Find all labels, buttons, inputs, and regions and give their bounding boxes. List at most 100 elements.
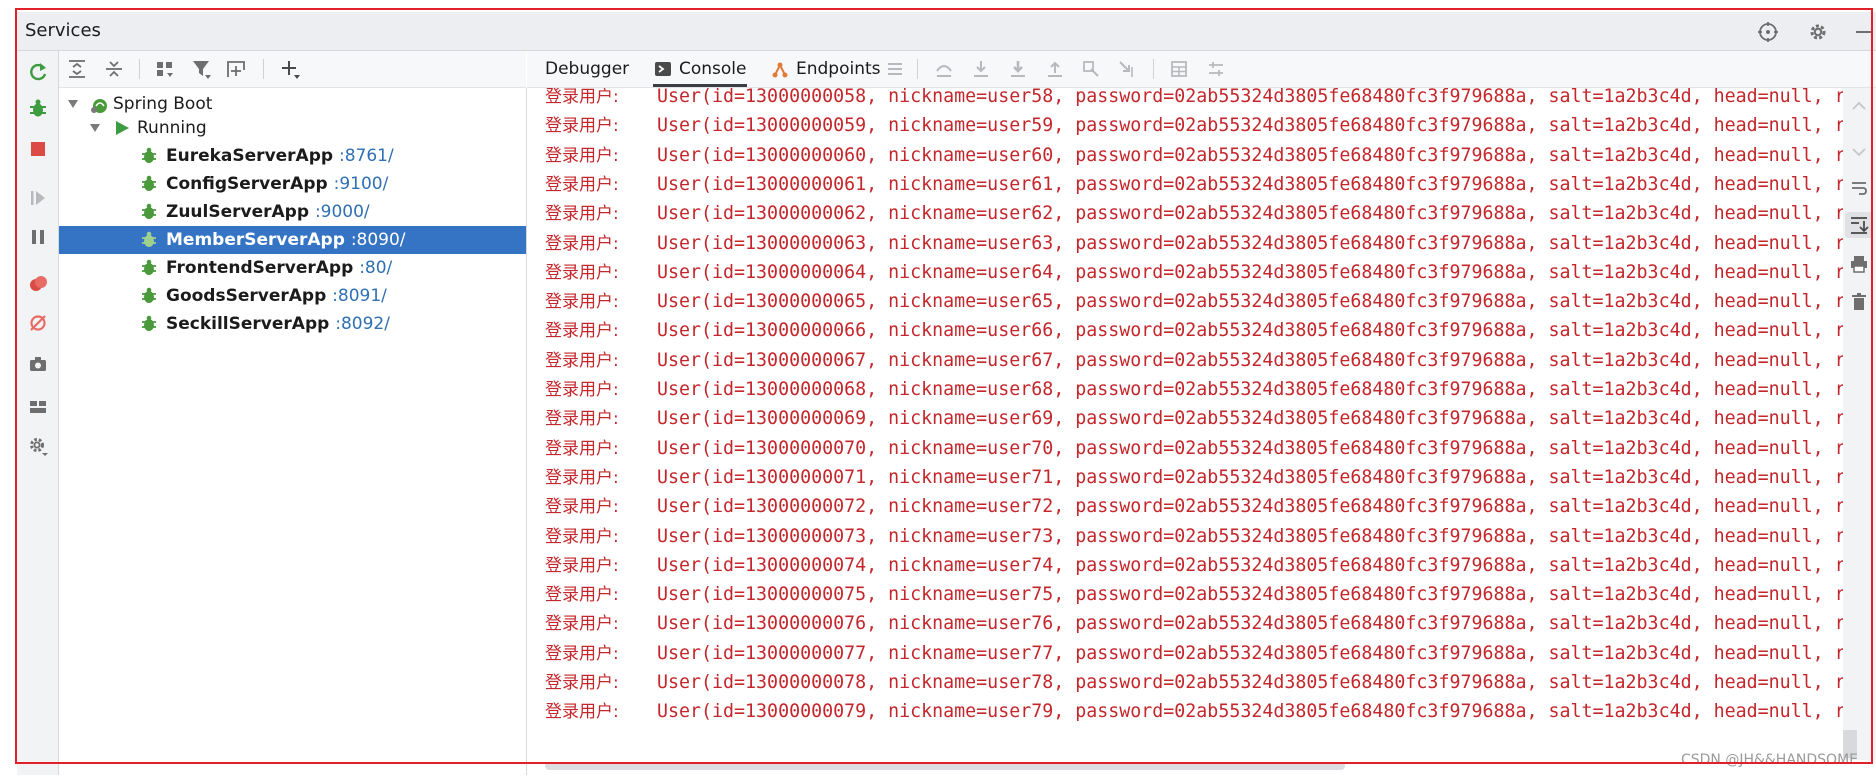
log-prefix: 登录用户: [545,438,619,459]
log-prefix: 登录用户: [545,88,619,107]
tab-label: Debugger [545,59,630,79]
stop-icon[interactable] [27,138,49,160]
console-log-line: 登录用户: User(id=13000000070, nickname=user7… [545,434,1843,463]
app-label: MemberServerApp :8090/ [166,226,406,254]
tree-node-app[interactable]: MemberServerApp :8090/ [59,226,526,254]
services-tree: Spring Boot Running EurekaServerApp :876… [59,88,527,775]
log-prefix: 登录用户: [545,145,619,166]
chevron-down-icon[interactable] [1851,146,1867,158]
expand-arrow-icon[interactable] [89,122,101,134]
app-port-link[interactable]: :8090/ [351,230,406,250]
tree-node-app[interactable]: FrontendServerApp :80/ [59,254,526,282]
log-prefix: 登录用户: [545,409,619,430]
crosshair-icon[interactable] [1757,21,1779,43]
services-action-bar [17,51,59,775]
run-to-cursor-icon[interactable] [1117,59,1137,79]
console-log-line: 登录用户: User(id=13000000064, nickname=user6… [545,258,1843,287]
app-port-link[interactable]: :9100/ [334,174,389,194]
layout-icon[interactable] [27,396,49,418]
log-prefix: 登录用户: [545,233,619,254]
settings-icon[interactable] [27,435,49,457]
step-out-icon[interactable] [1045,59,1065,79]
resume-icon[interactable] [27,187,49,209]
soft-wrap-icon[interactable] [1849,178,1869,198]
log-text: User(id=13000000077, nickname=user77, pa… [657,642,1843,664]
filter-icon[interactable] [190,58,212,80]
log-text: User(id=13000000060, nickname=user60, pa… [657,144,1843,166]
console-log-line: 登录用户: User(id=13000000061, nickname=user6… [545,170,1843,199]
tab-endpoints[interactable]: Endpoints [770,51,881,87]
chevron-up-icon[interactable] [1851,100,1867,112]
app-name: ZuulServerApp [166,202,310,222]
console-log-line: 登录用户: User(id=13000000076, nickname=user7… [545,609,1843,638]
console-log-line: 登录用户: User(id=13000000078, nickname=user7… [545,668,1843,697]
clear-all-icon[interactable] [1849,292,1869,312]
console-log-line: 登录用户: User(id=13000000077, nickname=user7… [545,639,1843,668]
menu-icon[interactable] [885,59,905,79]
app-port-link[interactable]: :8092/ [335,314,390,334]
expand-arrow-icon[interactable] [67,98,79,110]
log-text: User(id=13000000070, nickname=user70, pa… [657,437,1843,459]
pause-icon[interactable] [27,226,49,248]
tree-node-app[interactable]: EurekaServerApp :8761/ [59,142,526,170]
endpoints-icon [770,59,790,79]
debug-icon[interactable] [27,98,49,120]
minimize-icon[interactable] [1853,21,1875,43]
tree-group-label: Running [137,118,207,138]
log-prefix: 登录用户: [545,467,619,488]
expand-all-icon[interactable] [66,58,88,80]
log-text: User(id=13000000066, nickname=user66, pa… [657,320,1843,342]
rerun-icon[interactable] [27,61,49,83]
step-over-icon[interactable] [934,59,954,79]
app-name: MemberServerApp [166,230,345,250]
tree-node-app[interactable]: GoodsServerApp :8091/ [59,282,526,310]
log-prefix: 登录用户: [545,585,619,606]
log-text: User(id=13000000068, nickname=user68, pa… [657,379,1843,400]
tree-node-app[interactable]: ConfigServerApp :9100/ [59,170,526,198]
console-output[interactable]: 登录用户: User(id=13000000058, nickname=user5… [527,88,1843,760]
app-name: FrontendServerApp [166,258,354,278]
mute-breakpoints-icon[interactable] [27,312,49,334]
log-prefix: 登录用户: [545,204,619,225]
tab-console[interactable]: Console [653,51,747,87]
app-port-link[interactable]: :9000/ [315,202,370,222]
log-text: User(id=13000000076, nickname=user76, pa… [657,613,1843,635]
spring-app-bug-icon [139,314,159,334]
tree-node-app[interactable]: ZuulServerApp :9000/ [59,198,526,226]
app-port-link[interactable]: :80/ [359,258,392,278]
step-into-icon[interactable] [971,59,991,79]
log-text: User(id=13000000072, nickname=user72, pa… [657,496,1843,518]
app-name: EurekaServerApp [166,146,334,166]
print-icon[interactable] [1849,254,1869,274]
log-prefix: 登录用户: [545,174,619,195]
app-name: ConfigServerApp [166,174,328,194]
collapse-all-icon[interactable] [103,58,125,80]
force-step-into-icon[interactable] [1008,59,1028,79]
log-text: User(id=13000000078, nickname=user78, pa… [657,672,1843,693]
horizontal-scrollbar-thumb[interactable] [545,762,1345,770]
gear-icon[interactable] [1807,21,1829,43]
log-text: User(id=13000000059, nickname=user59, pa… [657,115,1843,137]
log-prefix: 登录用户: [545,116,619,137]
console-log-line: 登录用户: User(id=13000000060, nickname=user6… [545,141,1843,170]
drop-frame-icon[interactable] [1081,59,1101,79]
add-icon[interactable] [279,58,301,80]
log-prefix: 登录用户: [545,262,619,283]
app-port-link[interactable]: :8091/ [332,286,387,306]
console-log-line: 登录用户: User(id=13000000058, nickname=user5… [545,88,1843,111]
log-text: User(id=13000000058, nickname=user58, pa… [657,88,1843,107]
tree-node-running[interactable]: Running [59,114,526,142]
breakpoints-icon[interactable] [27,273,49,295]
window-title: Services [25,20,101,41]
log-prefix: 登录用户: [545,380,619,400]
trace-icon[interactable] [1206,59,1226,79]
tab-debugger[interactable]: Debugger [545,51,629,87]
scroll-to-end-icon[interactable] [1845,212,1873,238]
app-port-link[interactable]: :8761/ [339,146,394,166]
group-icon[interactable] [154,58,176,80]
console-toolbar: Debugger Console Endpoints [527,51,1876,88]
new-tab-icon[interactable] [225,58,247,80]
tree-node-app[interactable]: SeckillServerApp :8092/ [59,310,526,338]
camera-icon[interactable] [27,353,49,375]
evaluate-icon[interactable] [1169,59,1189,79]
